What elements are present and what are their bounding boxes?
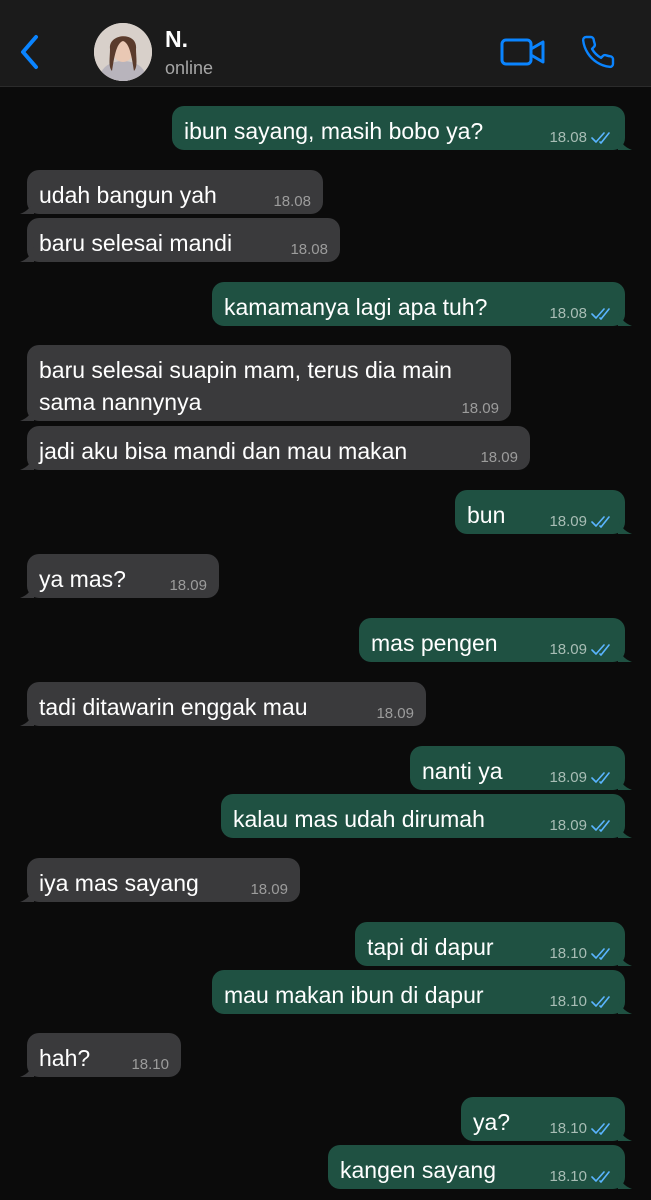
read-ticks-icon — [591, 820, 610, 832]
message-incoming[interactable]: baru selesai suapin mam, terus dia main … — [20, 345, 511, 421]
message-time: 18.10 — [131, 1056, 169, 1073]
message-text: kamamanya lagi apa tuh? — [224, 294, 488, 320]
message-text: tapi di dapur — [367, 934, 494, 960]
read-ticks-icon — [591, 1171, 610, 1183]
voice-call-button[interactable] — [580, 34, 616, 70]
avatar[interactable] — [94, 23, 152, 81]
message-text: ya? — [473, 1109, 511, 1135]
contact-status: online — [165, 58, 214, 78]
message-time: 18.09 — [376, 705, 414, 722]
message-time: 18.09 — [250, 881, 288, 898]
video-camera-icon — [500, 38, 545, 66]
message-time: 18.09 — [461, 400, 499, 417]
read-ticks-icon — [591, 132, 610, 144]
message-outgoing[interactable]: mas pengen 18.09 — [359, 618, 632, 662]
video-call-button[interactable] — [500, 36, 546, 68]
message-text: ya mas? — [39, 566, 126, 592]
message-outgoing[interactable]: ya? 18.10 — [461, 1097, 632, 1141]
message-text: udah bangun yah — [39, 182, 217, 208]
message-time: 18.09 — [549, 817, 587, 834]
message-time: 18.10 — [549, 993, 587, 1010]
message-time: 18.09 — [549, 513, 587, 530]
read-ticks-icon — [591, 308, 610, 320]
message-time: 18.10 — [549, 1120, 587, 1137]
message-time: 18.08 — [273, 193, 311, 210]
message-time: 18.09 — [169, 577, 207, 594]
chat-header: N. online — [0, 0, 651, 87]
message-outgoing[interactable]: kamamanya lagi apa tuh? 18.08 — [212, 282, 632, 326]
message-outgoing[interactable]: bun 18.09 — [455, 490, 632, 534]
chevron-left-icon — [21, 35, 38, 69]
read-ticks-icon — [591, 644, 610, 656]
message-text: baru selesai mandi — [39, 230, 233, 256]
message-outgoing[interactable]: kalau mas udah dirumah 18.09 — [221, 794, 632, 838]
read-ticks-icon — [591, 948, 610, 960]
message-outgoing[interactable]: nanti ya 18.09 — [410, 746, 632, 790]
message-text: hah? — [39, 1045, 91, 1071]
message-incoming[interactable]: ya mas? 18.09 — [20, 554, 219, 598]
message-text: bun — [467, 502, 506, 528]
message-outgoing[interactable]: ibun sayang, masih bobo ya? 18.08 — [172, 106, 632, 150]
message-incoming[interactable]: udah bangun yah 18.08 — [20, 170, 323, 214]
message-text: iya mas sayang — [39, 870, 199, 896]
message-incoming[interactable]: jadi aku bisa mandi dan mau makan 18.09 — [20, 426, 530, 470]
read-ticks-icon — [591, 772, 610, 784]
message-incoming[interactable]: baru selesai mandi 18.08 — [20, 218, 340, 262]
message-text: kangen sayang — [340, 1157, 497, 1183]
read-ticks-icon — [591, 996, 610, 1008]
message-incoming[interactable]: iya mas sayang 18.09 — [20, 858, 300, 902]
message-time: 18.09 — [549, 641, 587, 658]
message-text: jadi aku bisa mandi dan mau makan — [39, 438, 408, 464]
message-time: 18.09 — [480, 449, 518, 466]
read-ticks-icon — [591, 516, 610, 528]
message-text: mau makan ibun di dapur — [224, 982, 484, 1008]
message-text: nanti ya — [422, 758, 503, 784]
contact-name[interactable]: N. — [165, 26, 188, 53]
message-time: 18.10 — [549, 1168, 587, 1185]
message-text: baru selesai suapin mam, terus dia main … — [39, 357, 452, 415]
message-time: 18.08 — [290, 241, 328, 258]
message-outgoing[interactable]: mau makan ibun di dapur 18.10 — [212, 970, 632, 1014]
message-time: 18.08 — [549, 129, 587, 146]
phone-icon — [581, 35, 615, 69]
read-ticks-icon — [591, 1123, 610, 1135]
message-text: kalau mas udah dirumah — [233, 806, 485, 832]
message-time: 18.08 — [549, 305, 587, 322]
back-button[interactable] — [14, 30, 46, 74]
message-text: mas pengen — [371, 630, 498, 656]
message-text: tadi ditawarin enggak mau — [39, 694, 308, 720]
message-outgoing[interactable]: tapi di dapur 18.10 — [355, 922, 632, 966]
message-incoming[interactable]: tadi ditawarin enggak mau 18.09 — [20, 682, 426, 726]
message-time: 18.09 — [549, 769, 587, 786]
message-outgoing[interactable]: kangen sayang 18.10 — [328, 1145, 632, 1189]
message-incoming[interactable]: hah? 18.10 — [20, 1033, 181, 1077]
message-time: 18.10 — [549, 945, 587, 962]
message-text: ibun sayang, masih bobo ya? — [184, 118, 484, 144]
